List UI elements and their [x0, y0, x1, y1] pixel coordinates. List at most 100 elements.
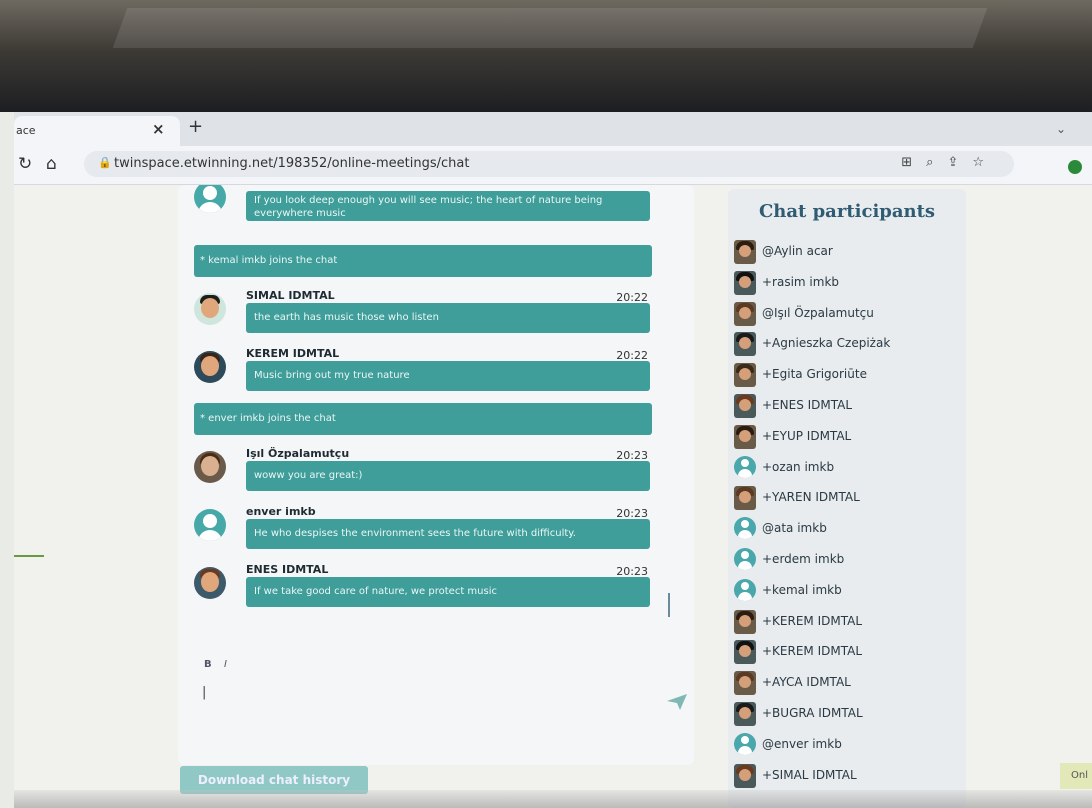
message-sender: Işıl Özpalamutçu — [246, 447, 350, 460]
address-bar-row: ↻ ⌂ 🔒 twinspace.etwinning.net/198352/onl… — [14, 146, 1092, 185]
lock-icon: 🔒 — [98, 156, 112, 169]
chat-participants-panel: Chat participants @Aylin acar +rasim imkb… — [728, 189, 966, 808]
participant-name: +erdem imkb — [762, 552, 845, 566]
system-message: * enver imkb joins the chat — [194, 403, 652, 435]
bitmoji-avatar-icon — [194, 293, 226, 325]
online-button[interactable]: Onl — [1060, 763, 1092, 789]
default-avatar-icon — [194, 185, 226, 213]
participant-name: +rasim imkb — [762, 274, 840, 289]
participant-photo-avatar — [734, 332, 756, 357]
participant-item[interactable]: +KEREM IDMTAL — [734, 609, 964, 637]
message-sender: ENES IDMTAL — [246, 563, 329, 576]
bitmoji-avatar-icon — [194, 351, 226, 383]
default-avatar-icon — [734, 517, 756, 540]
participant-name: @ata imkb — [762, 521, 827, 536]
taskbar — [14, 790, 1092, 808]
participant-item[interactable]: +ENES IDMTAL — [734, 393, 964, 421]
browser-tab[interactable]: ace × — [14, 116, 180, 146]
participant-item[interactable]: +BUGRA IDMTAL — [734, 701, 964, 729]
participant-item[interactable]: @Aylin acar — [734, 239, 964, 267]
message-list[interactable]: If you look deep enough you will see mus… — [178, 185, 694, 625]
participant-photo-avatar — [734, 609, 756, 634]
new-tab-button[interactable]: + — [188, 116, 203, 137]
message-sender: SIMAL IDMTAL — [246, 289, 335, 302]
participant-item[interactable]: @enver imkb — [734, 732, 964, 760]
italic-format-button[interactable]: I — [224, 659, 227, 670]
bold-format-button[interactable]: B — [204, 659, 212, 670]
participant-photo-avatar — [734, 301, 756, 326]
default-avatar-icon — [194, 509, 226, 541]
participant-item[interactable]: +rasim imkb — [734, 270, 964, 298]
omnibox-action-icons[interactable]: ⊞⌕⇪☆ — [901, 155, 998, 170]
participant-photo-avatar — [734, 363, 756, 388]
tab-search-chevron-icon[interactable]: ⌄ — [1056, 122, 1066, 136]
participant-name: +ENES IDMTAL — [762, 398, 853, 412]
participant-name: +KEREM IDMTAL — [762, 613, 863, 628]
default-avatar-icon — [734, 578, 756, 601]
message-bubble: If we take good care of nature, we prote… — [246, 577, 650, 607]
participant-name: @Işıl Özpalamutçu — [762, 305, 874, 320]
participant-name: +AYCA IDMTAL — [762, 675, 851, 690]
profile-icon[interactable] — [1068, 160, 1082, 174]
participant-name: +kemal imkb — [762, 582, 842, 597]
message-sender: enver imkb — [246, 505, 316, 518]
participant-photo-avatar — [734, 270, 756, 295]
chat-message: Işıl Özpalamutçu 20:23 woww you are grea… — [178, 447, 694, 493]
tab-title: ace — [16, 124, 36, 137]
participant-name: +BUGRA IDMTAL — [762, 706, 863, 720]
participant-photo-avatar — [734, 763, 756, 788]
url-text[interactable]: twinspace.etwinning.net/198352/online-me… — [114, 156, 469, 171]
participant-item[interactable]: +Agnieszka Czepiżak — [734, 331, 964, 359]
participant-name: +SIMAL IDMTAL — [762, 767, 857, 782]
message-bubble: woww you are great:) — [246, 461, 650, 491]
participant-item[interactable]: +Egita Grigoriūte — [734, 362, 964, 390]
participants-title: Chat participants — [758, 201, 936, 222]
participant-name: +ozan imkb — [762, 459, 835, 474]
default-avatar-icon — [734, 548, 756, 570]
participant-item[interactable]: +ozan imkb — [734, 455, 964, 483]
participant-item[interactable]: +KEREM IDMTAL — [734, 639, 964, 667]
tab-close-icon[interactable]: × — [152, 120, 165, 138]
system-message: * kemal imkb joins the chat — [194, 245, 652, 277]
browser-tab-bar: ace × + ⌄ — [14, 112, 1092, 146]
participant-name: @Aylin acar — [762, 244, 833, 258]
reload-icon[interactable]: ↻ — [18, 154, 32, 174]
chat-panel: If you look deep enough you will see mus… — [178, 185, 694, 765]
participant-item[interactable]: +kemal imkb — [734, 578, 964, 606]
participant-item[interactable]: +erdem imkb — [734, 547, 964, 575]
send-icon[interactable] — [666, 693, 688, 711]
participant-name: +EYUP IDMTAL — [762, 428, 852, 443]
participant-photo-avatar — [734, 240, 756, 264]
participant-name: +YAREN IDMTAL — [762, 490, 860, 505]
decorative-line — [14, 555, 44, 557]
message-scrollbar[interactable] — [668, 593, 670, 617]
home-icon[interactable]: ⌂ — [46, 154, 57, 174]
screen-edge — [0, 112, 14, 808]
participant-item[interactable]: @ata imkb — [734, 516, 964, 544]
participant-item[interactable]: +EYUP IDMTAL — [734, 424, 964, 452]
participant-name: @enver imkb — [762, 736, 842, 751]
participant-name: +Egita Grigoriūte — [762, 367, 867, 382]
chat-message: KEREM IDMTAL 20:22 Music bring out my tr… — [178, 347, 694, 393]
message-sender: KEREM IDMTAL — [246, 347, 340, 360]
message-input-caret[interactable]: | — [202, 685, 206, 700]
monitor-bezel — [0, 0, 1092, 112]
message-bubble: If you look deep enough you will see mus… — [246, 191, 650, 221]
participant-photo-avatar — [734, 671, 756, 696]
chat-message: SIMAL IDMTAL 20:22 the earth has music t… — [178, 289, 694, 335]
participant-item[interactable]: +AYCA IDMTAL — [734, 670, 964, 698]
user-photo-avatar — [194, 451, 226, 483]
url-omnibox[interactable]: 🔒 twinspace.etwinning.net/198352/online-… — [84, 151, 1014, 177]
participant-photo-avatar — [734, 486, 756, 511]
page-content: If you look deep enough you will see mus… — [14, 185, 1092, 808]
participant-item[interactable]: @Işıl Özpalamutçu — [734, 301, 964, 329]
participant-item[interactable]: +SIMAL IDMTAL — [734, 763, 964, 791]
chat-message: If you look deep enough you will see mus… — [178, 185, 694, 225]
chat-message: enver imkb 20:23 He who despises the env… — [178, 505, 694, 551]
chat-message: ENES IDMTAL 20:23 If we take good care o… — [178, 563, 694, 609]
bitmoji-avatar-icon — [194, 567, 226, 599]
participant-item[interactable]: +YAREN IDMTAL — [734, 485, 964, 513]
message-bubble: He who despises the environment sees the… — [246, 519, 650, 549]
message-bubble: Music bring out my true nature — [246, 361, 650, 391]
participant-name: +KEREM IDMTAL — [762, 644, 863, 659]
